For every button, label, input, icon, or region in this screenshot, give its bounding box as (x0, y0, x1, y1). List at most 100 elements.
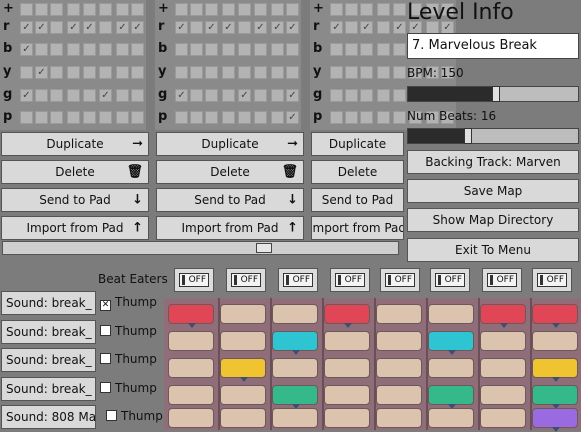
pattern-checkbox[interactable] (271, 89, 284, 102)
sequencer-cell[interactable] (324, 358, 370, 378)
duplicate-button[interactable]: Duplicate ➞ (156, 132, 304, 156)
pattern-checkbox[interactable]: ✓ (99, 89, 112, 102)
pattern-checkbox[interactable] (205, 3, 218, 16)
level-name-input[interactable]: 7. Marvelous Break (407, 33, 579, 59)
pattern-checkbox[interactable] (377, 3, 390, 16)
pattern-checkbox[interactable]: ✓ (205, 21, 218, 34)
sequencer-cell[interactable] (272, 358, 318, 378)
pattern-checkbox[interactable] (131, 3, 144, 16)
sequencer-cell[interactable] (428, 358, 474, 378)
sequencer-cell[interactable] (428, 385, 474, 409)
sequencer-cell[interactable] (168, 358, 214, 378)
pattern-checkbox[interactable] (131, 66, 144, 79)
sequencer-cell[interactable] (220, 331, 266, 351)
pattern-checkbox[interactable] (116, 3, 129, 16)
thump-checkbox[interactable]: Thump (100, 324, 157, 338)
sequencer-cell[interactable] (272, 408, 318, 428)
beat-eater-toggle[interactable]: OFF (330, 268, 370, 292)
pattern-checkbox[interactable] (50, 3, 63, 16)
pattern-checkbox[interactable] (360, 89, 373, 102)
sequencer-cell[interactable] (376, 358, 422, 378)
pattern-checkbox[interactable] (99, 3, 112, 16)
thump-checkbox-box[interactable]: ✕ (100, 300, 111, 311)
thump-checkbox[interactable]: Thump (100, 352, 157, 366)
pattern-checkbox[interactable] (393, 66, 406, 79)
pattern-checkbox[interactable] (83, 43, 96, 56)
pattern-checkbox[interactable] (190, 21, 203, 34)
pattern-checkbox[interactable] (205, 43, 218, 56)
pattern-checkbox[interactable] (35, 43, 48, 56)
sequencer-cell[interactable] (272, 331, 318, 355)
pattern-checkbox[interactable] (35, 89, 48, 102)
pattern-checkbox[interactable] (83, 66, 96, 79)
pattern-checkbox[interactable] (345, 3, 358, 16)
pattern-checkbox[interactable] (330, 111, 343, 124)
pattern-checkbox[interactable] (175, 3, 188, 16)
pattern-checkbox[interactable] (286, 3, 299, 16)
pattern-checkbox[interactable]: ✓ (286, 89, 299, 102)
pattern-checkbox[interactable] (330, 89, 343, 102)
sequencer-cell[interactable] (324, 385, 370, 405)
import-from-pad-button[interactable]: Import from Pad (311, 216, 404, 240)
pattern-checkbox[interactable]: ✓ (238, 89, 251, 102)
beat-eater-toggle[interactable]: OFF (532, 268, 572, 292)
pattern-checkbox[interactable]: ✓ (222, 21, 235, 34)
pattern-checkbox[interactable]: ✓ (67, 21, 80, 34)
pattern-checkbox[interactable] (83, 89, 96, 102)
pattern-checkbox[interactable] (286, 66, 299, 79)
sequencer-cell[interactable] (272, 304, 318, 324)
sequencer-cell[interactable] (532, 331, 578, 351)
sequencer-cell[interactable] (428, 408, 474, 428)
pattern-checkbox[interactable]: ✓ (286, 111, 299, 124)
pattern-checkbox[interactable] (131, 43, 144, 56)
thump-checkbox[interactable]: Thump (106, 409, 163, 423)
scrollbar-thumb[interactable] (256, 243, 272, 253)
delete-button[interactable]: Delete (311, 160, 404, 184)
pattern-checkbox[interactable] (116, 43, 129, 56)
pattern-checkbox[interactable] (271, 43, 284, 56)
bpm-slider[interactable] (407, 86, 579, 102)
pattern-checkbox[interactable] (99, 43, 112, 56)
pattern-checkbox[interactable] (99, 111, 112, 124)
pattern-checkbox[interactable] (50, 66, 63, 79)
pattern-checkbox[interactable] (254, 43, 267, 56)
sequencer-cell[interactable] (168, 304, 214, 328)
sequencer-cell[interactable] (324, 304, 370, 328)
sequencer-cell[interactable] (376, 385, 422, 405)
sequencer-cell[interactable] (220, 304, 266, 324)
pattern-checkbox[interactable] (131, 89, 144, 102)
sequencer-cell[interactable] (324, 408, 370, 428)
sequencer-cell[interactable] (480, 358, 526, 378)
thump-checkbox-box[interactable] (100, 353, 111, 364)
beat-eater-toggle[interactable]: OFF (174, 268, 214, 292)
sequencer-cell[interactable] (376, 408, 422, 428)
send-to-pad-button[interactable]: Send to Pad ↓ (156, 188, 304, 212)
pattern-checkbox[interactable] (67, 89, 80, 102)
sequencer-cell[interactable] (168, 385, 214, 405)
pattern-checkbox[interactable] (222, 89, 235, 102)
pattern-checkbox[interactable] (393, 43, 406, 56)
sequencer-cell[interactable] (532, 385, 578, 409)
thump-checkbox[interactable]: Thump (100, 381, 157, 395)
beat-eater-toggle[interactable]: OFF (430, 268, 470, 292)
pattern-checkbox[interactable] (238, 66, 251, 79)
pattern-checkbox[interactable]: ✓ (20, 43, 33, 56)
send-to-pad-button[interactable]: Send to Pad ↓ (1, 188, 149, 212)
pattern-checkbox[interactable]: ✓ (20, 89, 33, 102)
duplicate-button[interactable]: Duplicate (311, 132, 404, 156)
pattern-checkbox[interactable] (360, 111, 373, 124)
pattern-checkbox[interactable] (393, 89, 406, 102)
pattern-checkbox[interactable] (116, 89, 129, 102)
pattern-checkbox[interactable]: ✓ (116, 21, 129, 34)
pattern-checkbox[interactable] (190, 111, 203, 124)
beat-eater-toggle[interactable]: OFF (482, 268, 522, 292)
pattern-checkbox[interactable] (116, 111, 129, 124)
pattern-checkbox[interactable]: ✓ (330, 21, 343, 34)
pattern-checkbox[interactable] (205, 89, 218, 102)
pattern-checkbox[interactable] (238, 21, 251, 34)
sequencer-cell[interactable] (376, 331, 422, 351)
pattern-checkbox[interactable] (345, 111, 358, 124)
send-to-pad-button[interactable]: Send to Pad (311, 188, 404, 212)
sequencer-cell[interactable] (324, 331, 370, 351)
pattern-checkbox[interactable] (393, 111, 406, 124)
